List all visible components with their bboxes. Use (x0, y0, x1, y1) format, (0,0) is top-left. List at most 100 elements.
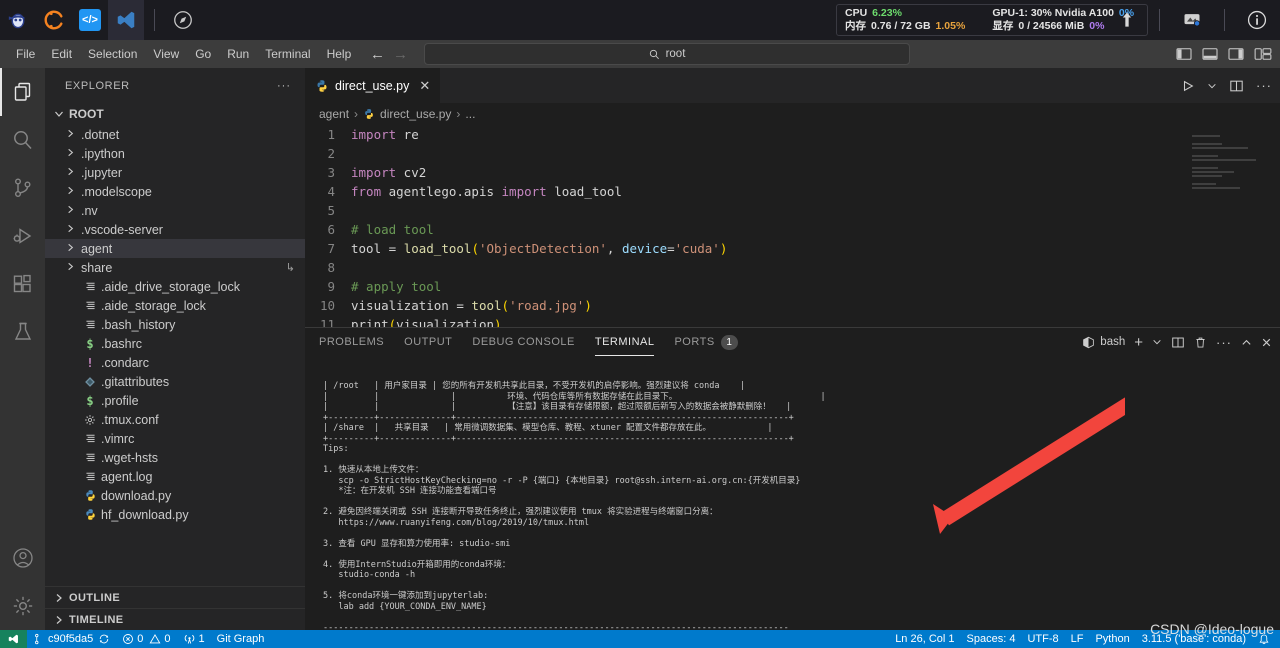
compass-icon (174, 11, 192, 29)
breadcrumb-item-file[interactable]: direct_use.py (380, 107, 451, 121)
activity-item-run-and-debug[interactable] (0, 212, 45, 260)
file-tree-item-share[interactable]: share ↳ (45, 258, 305, 277)
host-app-conda[interactable] (36, 0, 72, 40)
tab-terminal[interactable]: TERMINAL (594, 328, 655, 356)
tab-debug-console[interactable]: DEBUG CONSOLE (472, 328, 574, 356)
toggle-primary-sidebar-icon[interactable] (1176, 47, 1192, 61)
file-tree-item-condarc[interactable]: ! .condarc (45, 353, 305, 372)
status-cursor-position[interactable]: Ln 26, Col 1 (889, 630, 960, 648)
file-tree-item-tmux-conf[interactable]: .tmux.conf (45, 410, 305, 429)
status-git-graph[interactable]: Git Graph (211, 630, 271, 648)
menu-edit[interactable]: Edit (43, 44, 80, 64)
file-tree-item-aide-storage-lock[interactable]: .aide_storage_lock (45, 296, 305, 315)
file-tree[interactable]: .dotnet .ipython .jupyter .modelscope .nv .vs… (45, 125, 305, 586)
info-button[interactable] (1235, 0, 1279, 40)
menu-terminal[interactable]: Terminal (257, 44, 318, 64)
file-tree-item-agent[interactable]: agent (45, 239, 305, 258)
file-tree-item-profile[interactable]: $ .profile (45, 391, 305, 410)
activity-item-accounts[interactable] (0, 534, 45, 582)
terminal-shell-selector[interactable]: bash (1082, 336, 1125, 349)
run-python-file-icon[interactable] (1181, 79, 1195, 93)
host-app-compass[interactable] (165, 0, 201, 40)
activity-item-explorer[interactable] (0, 68, 45, 116)
kill-terminal-icon[interactable] (1194, 336, 1207, 349)
vscode-window: </> CPU 6.23% 内存 0.76 / 72 GB 1.05% GPU-… (0, 0, 1280, 648)
file-tree-item-vscode-server[interactable]: .vscode-server (45, 220, 305, 239)
file-tree-item-jupyter[interactable]: .jupyter (45, 163, 305, 182)
file-tree-item-dotnet[interactable]: .dotnet (45, 125, 305, 144)
terminal-dropdown-icon[interactable] (1152, 337, 1162, 347)
new-terminal-icon[interactable]: + (1134, 334, 1143, 351)
host-app-vscode[interactable] (108, 0, 144, 40)
menu-go[interactable]: Go (187, 44, 219, 64)
more-actions-icon[interactable]: ··· (1256, 78, 1272, 93)
tab-problems[interactable]: PROBLEMS (319, 328, 384, 356)
file-tree-item-hf-download-py[interactable]: hf_download.py (45, 505, 305, 524)
breadcrumb-item-folder[interactable]: agent (319, 107, 349, 121)
status-indentation[interactable]: Spaces: 4 (961, 630, 1022, 648)
sidebar-section-outline[interactable]: OUTLINE (45, 586, 305, 608)
host-app-code[interactable]: </> (72, 0, 108, 40)
activity-item-testing[interactable] (0, 308, 45, 356)
menu-run[interactable]: Run (219, 44, 257, 64)
status-python-interpreter[interactable]: 3.11.5 ('base': conda) (1136, 630, 1252, 648)
file-tree-item-vimrc[interactable]: .vimrc (45, 429, 305, 448)
more-actions-icon[interactable]: ··· (1216, 335, 1232, 350)
file-tree-item-nv[interactable]: .nv (45, 201, 305, 220)
breadcrumb-item-symbols[interactable]: ... (465, 107, 475, 121)
split-editor-icon[interactable] (1229, 79, 1244, 93)
status-ports[interactable]: 1 (177, 630, 211, 648)
menu-help[interactable]: Help (319, 44, 360, 64)
status-eol[interactable]: LF (1065, 630, 1090, 648)
file-tree-item-aide-drive-storage-lock[interactable]: .aide_drive_storage_lock (45, 277, 305, 296)
maximize-panel-icon[interactable] (1241, 337, 1252, 348)
editor-tab-direct-use[interactable]: direct_use.py ✕ (305, 68, 441, 103)
file-tree-item-label: .jupyter (81, 165, 122, 180)
screen-share-button[interactable] (1170, 0, 1214, 40)
go-forward-button[interactable]: → (393, 47, 408, 62)
status-problems[interactable]: 0 0 (116, 630, 176, 648)
customize-layout-icon[interactable] (1254, 47, 1272, 61)
go-back-button[interactable]: ← (370, 47, 385, 62)
toggle-secondary-sidebar-icon[interactable] (1228, 47, 1244, 61)
menu-selection[interactable]: Selection (80, 44, 145, 64)
status-branch[interactable]: c90f5da5 (27, 630, 116, 648)
file-tree-item-ipython[interactable]: .ipython (45, 144, 305, 163)
host-app-ninja[interactable] (0, 0, 36, 40)
file-tree-item-download-py[interactable]: download.py (45, 486, 305, 505)
tab-ports[interactable]: PORTS (674, 328, 714, 356)
close-panel-icon[interactable] (1261, 337, 1272, 348)
status-language-mode[interactable]: Python (1089, 630, 1135, 648)
sidebar-more-actions[interactable]: ··· (277, 80, 291, 92)
split-terminal-icon[interactable] (1171, 336, 1185, 349)
run-debug-icon (13, 228, 31, 244)
file-tree-item-modelscope[interactable]: .modelscope (45, 182, 305, 201)
code-editor[interactable]: 1 import re 2 3 import cv2 4 from agentlego.ap… (305, 125, 1280, 327)
activity-item-source-control[interactable] (0, 164, 45, 212)
tab-output[interactable]: OUTPUT (404, 328, 452, 356)
sidebar-section-timeline[interactable]: TIMELINE (45, 608, 305, 630)
explorer-root-row[interactable]: ROOT (45, 103, 305, 125)
activity-item-manage[interactable] (0, 582, 45, 630)
source-control-icon (14, 178, 30, 197)
status-remote-indicator[interactable] (0, 630, 27, 648)
activity-item-extensions[interactable] (0, 260, 45, 308)
menu-view[interactable]: View (145, 44, 187, 64)
file-tree-item-wget-hsts[interactable]: .wget-hsts (45, 448, 305, 467)
chevron-down-icon[interactable] (1207, 81, 1217, 91)
upload-button[interactable] (1105, 0, 1149, 40)
minimap[interactable] (1192, 135, 1266, 191)
status-encoding[interactable]: UTF-8 (1021, 630, 1064, 648)
file-tree-item-agent-log[interactable]: agent.log (45, 467, 305, 486)
screen-share-icon (1184, 14, 1201, 27)
close-icon[interactable]: ✕ (419, 78, 430, 94)
status-notifications[interactable] (1252, 630, 1276, 648)
file-tree-item-gitattributes[interactable]: .gitattributes (45, 372, 305, 391)
menu-file[interactable]: File (8, 44, 43, 64)
activity-item-search[interactable] (0, 116, 45, 164)
file-tree-item-bashrc[interactable]: $ .bashrc (45, 334, 305, 353)
terminal-output[interactable]: | /root | 用户家目录 | 您的所有开发机共享此目录，不受开发机的启停影… (305, 356, 1280, 630)
file-tree-item-bash-history[interactable]: .bash_history (45, 315, 305, 334)
toggle-panel-icon[interactable] (1202, 47, 1218, 61)
quick-search-input[interactable]: root (424, 43, 910, 65)
